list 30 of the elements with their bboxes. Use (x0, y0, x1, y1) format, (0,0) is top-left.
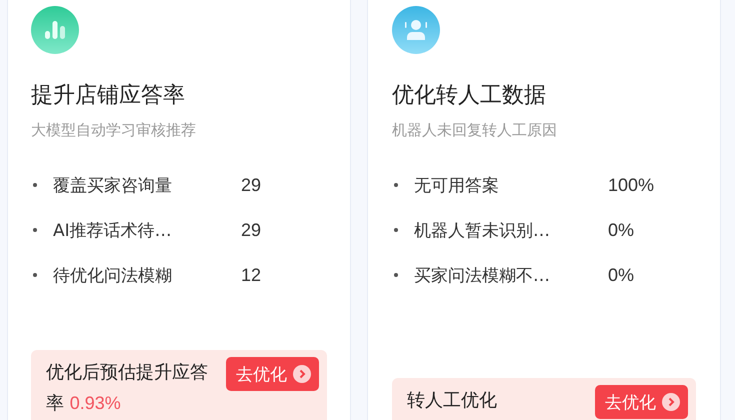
bullet-icon (394, 183, 398, 187)
card-title: 优化转人工数据 (392, 82, 547, 110)
bullet-icon (394, 273, 398, 277)
metric-value: 29 (241, 220, 262, 240)
card-subtitle: 大模型自动学习审核推荐 (31, 120, 197, 140)
bullet-icon (33, 228, 37, 232)
metric-value: 12 (241, 264, 262, 286)
bullet-icon (394, 228, 398, 232)
metric-value: 0% (608, 220, 634, 240)
card-title: 提升店铺应答率 (31, 82, 186, 110)
person-icon (404, 19, 428, 41)
metric-label: AI推荐话术待… (53, 220, 173, 242)
bullet-icon (33, 183, 37, 187)
promo-text: 优化后预估提升应答率 0.93% (46, 361, 209, 416)
bullet-icon (33, 273, 37, 277)
metric-value: 0% (608, 264, 634, 286)
optimize-button[interactable]: 去优化 (595, 385, 688, 419)
metric-value: 29 (241, 174, 262, 196)
metric-label: 买家问法模糊不… (414, 264, 551, 286)
bar-chart-icon (44, 20, 66, 40)
metric-label: 覆盖买家咨询量 (53, 174, 173, 196)
metric-label: 无可用答案 (414, 174, 500, 196)
promo-text: 转人工优化 (407, 389, 498, 413)
chevron-right-icon (662, 393, 680, 411)
chevron-right-icon (293, 365, 311, 383)
metric-label: 待优化问法模糊 (53, 264, 173, 286)
card-subtitle: 机器人未回复转人工原因 (392, 120, 558, 140)
optimize-button[interactable]: 去优化 (226, 357, 319, 391)
metric-value: 100% (608, 174, 654, 196)
metric-label: 机器人暂未识别… (414, 220, 551, 242)
